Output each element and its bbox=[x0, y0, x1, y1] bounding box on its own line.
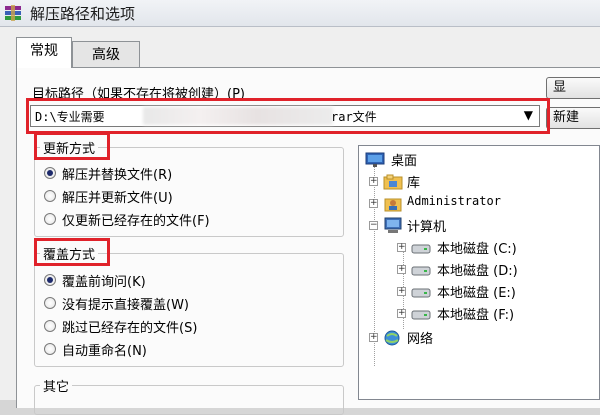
tree-node-label: 库 bbox=[407, 176, 421, 191]
window-title: 解压路径和选项 bbox=[30, 5, 136, 23]
drive-icon bbox=[411, 239, 431, 257]
radio-button[interactable] bbox=[44, 167, 56, 179]
tree-node-label: 桌面 bbox=[391, 154, 418, 169]
folder-tree[interactable]: 桌面 + 库 + Administrator − 计算机 + 本地磁盘 (C:)… bbox=[358, 145, 600, 400]
title-bar: 解压路径和选项 bbox=[0, 0, 600, 27]
library-icon bbox=[383, 173, 403, 191]
expand-icon[interactable]: + bbox=[397, 287, 406, 296]
expand-icon[interactable]: + bbox=[369, 199, 378, 208]
tab-general[interactable]: 常规 bbox=[16, 37, 72, 68]
radio-label: 仅更新已经存在的文件(F) bbox=[62, 214, 210, 229]
expand-icon[interactable]: + bbox=[397, 243, 406, 252]
radio-label: 没有提示直接覆盖(W) bbox=[62, 298, 189, 313]
other-group bbox=[34, 385, 344, 415]
highlight-update-mode bbox=[34, 132, 110, 160]
radio-button[interactable] bbox=[44, 190, 56, 202]
network-icon bbox=[383, 329, 403, 347]
expand-icon[interactable]: + bbox=[369, 177, 378, 186]
show-button[interactable]: 显 bbox=[546, 77, 600, 99]
radio-label: 解压并替换文件(R) bbox=[62, 168, 173, 183]
user-folder-icon bbox=[383, 195, 403, 213]
radio-button[interactable] bbox=[44, 320, 56, 332]
tree-node-label: 本地磁盘 (C:) bbox=[437, 242, 517, 257]
radio-button[interactable] bbox=[44, 213, 56, 225]
expand-icon[interactable]: + bbox=[369, 333, 378, 342]
desktop-icon bbox=[365, 151, 385, 169]
tree-node-label: 计算机 bbox=[407, 220, 447, 235]
tab-advanced[interactable]: 高级 bbox=[72, 41, 140, 67]
tree-node-label: 本地磁盘 (F:) bbox=[437, 308, 515, 323]
new-folder-button[interactable]: 新建 bbox=[546, 107, 600, 129]
other-group-title: 其它 bbox=[40, 376, 73, 395]
radio-label: 跳过已经存在的文件(S) bbox=[62, 321, 198, 336]
collapse-icon[interactable]: − bbox=[369, 221, 378, 230]
tree-node-label: 本地磁盘 (D:) bbox=[437, 264, 518, 279]
expand-icon[interactable]: + bbox=[397, 265, 406, 274]
drive-icon bbox=[411, 283, 431, 301]
drive-icon bbox=[411, 305, 431, 323]
expand-icon[interactable]: + bbox=[397, 309, 406, 318]
drive-icon bbox=[411, 261, 431, 279]
computer-icon bbox=[383, 217, 403, 235]
winrar-app-icon bbox=[4, 4, 22, 22]
highlight-path bbox=[26, 98, 550, 134]
radio-button[interactable] bbox=[44, 343, 56, 355]
radio-button[interactable] bbox=[44, 274, 56, 286]
tree-node-label: Administrator bbox=[407, 194, 501, 208]
tree-node-label: 网络 bbox=[407, 332, 434, 347]
tree-node-label: 本地磁盘 (E:) bbox=[437, 286, 516, 301]
highlight-overwrite-mode bbox=[34, 238, 110, 266]
radio-label: 解压并更新文件(U) bbox=[62, 191, 173, 206]
radio-label: 自动重命名(N) bbox=[62, 344, 147, 359]
radio-button[interactable] bbox=[44, 297, 56, 309]
radio-label: 覆盖前询问(K) bbox=[62, 275, 146, 290]
dialog-body: 常规 高级 目标路径（如果不存在将被创建）(P) 显 新建 D:\专业需要 ra… bbox=[0, 27, 600, 415]
